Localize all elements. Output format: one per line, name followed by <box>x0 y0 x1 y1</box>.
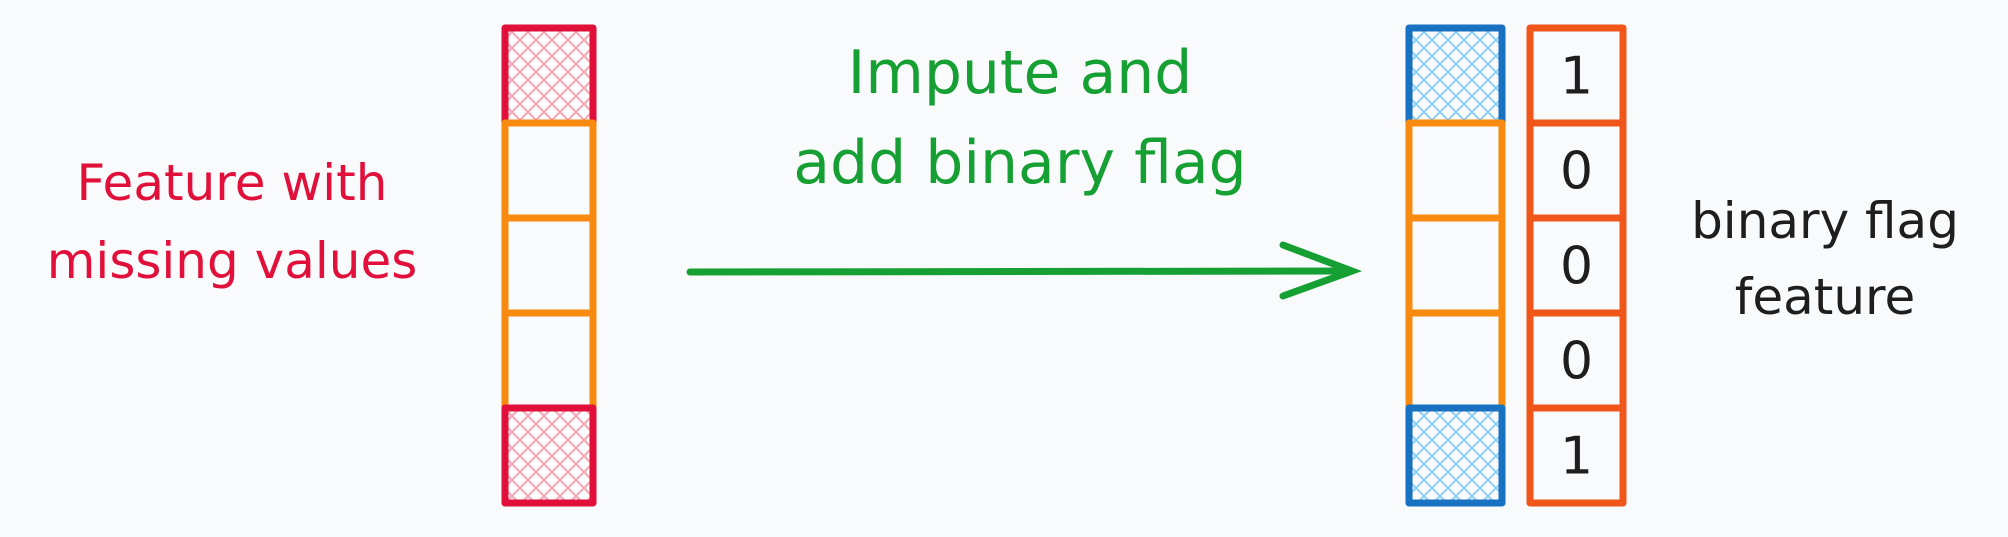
imputed-feature-column <box>1405 24 1506 507</box>
value-cell-box <box>501 119 597 222</box>
flag-value: 0 <box>1560 237 1593 297</box>
left-label-line-1: Feature with <box>77 154 388 212</box>
value-cell-box <box>1405 119 1506 222</box>
flag-value: 0 <box>1560 142 1593 202</box>
diagram-canvas: Feature with missing values Impute and a… <box>47 24 1959 507</box>
missing-value-cell <box>501 404 597 507</box>
flag-cell: 0 <box>1526 309 1627 412</box>
right-label: binary flag feature <box>1691 192 1959 326</box>
flag-cell: 1 <box>1526 404 1627 507</box>
flag-value: 0 <box>1560 332 1593 392</box>
middle-label-line-1: Impute and <box>848 38 1193 108</box>
imputed-value-cell-box <box>1405 24 1506 127</box>
binary-flag-column: 1 0 0 0 1 <box>1526 24 1627 507</box>
arrow-shaft <box>686 267 1354 276</box>
right-label-line-1: binary flag <box>1691 192 1959 250</box>
value-cell <box>501 214 597 317</box>
flag-cell: 0 <box>1526 119 1627 222</box>
value-cell <box>1405 119 1506 222</box>
missing-value-cell <box>501 24 597 127</box>
flag-value: 1 <box>1560 47 1593 107</box>
value-cell <box>1405 309 1506 412</box>
original-feature-column <box>501 24 597 507</box>
value-cell-box <box>1405 214 1506 317</box>
transform-arrow <box>686 241 1363 300</box>
value-cell <box>501 119 597 222</box>
value-cell <box>501 309 597 412</box>
value-cell <box>1405 214 1506 317</box>
flag-cell: 1 <box>1526 24 1627 127</box>
right-label-line-2: feature <box>1735 268 1916 326</box>
flag-value: 1 <box>1560 427 1593 487</box>
value-cell-box <box>1405 309 1506 412</box>
missing-value-cell-box <box>501 24 597 127</box>
middle-label-line-2: add binary flag <box>793 128 1246 198</box>
left-label: Feature with missing values <box>47 154 418 290</box>
left-label-line-2: missing values <box>47 232 418 290</box>
missing-value-cell-box <box>501 404 597 507</box>
imputed-value-cell <box>1405 404 1506 507</box>
imputed-value-cell-box <box>1405 404 1506 507</box>
flag-cell: 0 <box>1526 214 1627 317</box>
middle-label: Impute and add binary flag <box>793 38 1246 198</box>
value-cell-box <box>501 309 597 412</box>
value-cell-box <box>501 214 597 317</box>
imputed-value-cell <box>1405 24 1506 127</box>
